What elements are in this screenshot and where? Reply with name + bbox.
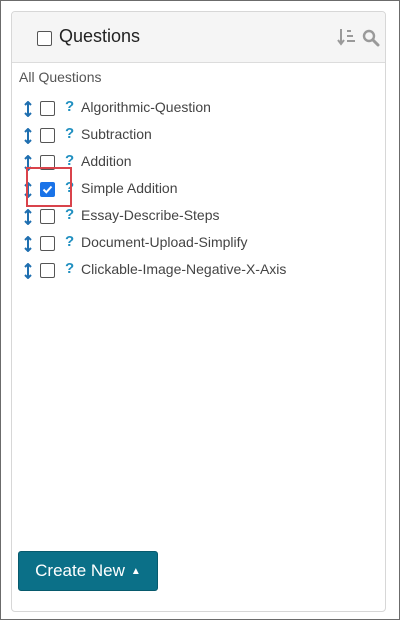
selection-highlight — [26, 167, 72, 207]
list-item[interactable]: ? Algorithmic-Question — [12, 98, 385, 125]
question-label[interactable]: Essay-Describe-Steps — [81, 207, 220, 223]
question-label[interactable]: Clickable-Image-Negative-X-Axis — [81, 261, 286, 277]
question-checkbox[interactable] — [40, 101, 55, 116]
create-new-button[interactable]: Create New ▲ — [18, 551, 158, 591]
question-label[interactable]: Addition — [81, 153, 132, 169]
question-type-icon: ? — [65, 233, 75, 250]
question-type-icon: ? — [65, 125, 75, 142]
sort-icon[interactable] — [337, 27, 357, 52]
search-icon[interactable] — [362, 29, 380, 52]
select-all-checkbox[interactable] — [37, 31, 52, 46]
question-label[interactable]: Simple Addition — [81, 180, 178, 196]
drag-handle-icon[interactable] — [24, 208, 32, 230]
question-checkbox[interactable] — [40, 263, 55, 278]
question-checkbox[interactable] — [40, 209, 55, 224]
list-item[interactable]: ? Essay-Describe-Steps — [12, 206, 385, 233]
list-item[interactable]: ? Clickable-Image-Negative-X-Axis — [12, 260, 385, 287]
question-type-icon: ? — [65, 206, 75, 223]
create-new-label: Create New — [35, 561, 125, 580]
list-item[interactable]: ? Subtraction — [12, 125, 385, 152]
drag-handle-icon[interactable] — [24, 127, 32, 149]
question-type-icon: ? — [65, 98, 75, 115]
drag-handle-icon[interactable] — [24, 100, 32, 122]
drag-handle-icon[interactable] — [24, 235, 32, 257]
questions-panel: Questions All Questions ? Algorithmic-Qu… — [11, 11, 386, 612]
drag-handle-icon[interactable] — [24, 262, 32, 284]
panel-title: Questions — [59, 26, 141, 46]
all-questions-label: All Questions — [19, 69, 102, 85]
question-checkbox[interactable] — [40, 128, 55, 143]
question-checkbox[interactable] — [40, 236, 55, 251]
question-label[interactable]: Subtraction — [81, 126, 152, 142]
caret-up-icon: ▲ — [130, 565, 141, 577]
list-item[interactable]: ? Document-Upload-Simplify — [12, 233, 385, 260]
question-label[interactable]: Algorithmic-Question — [81, 99, 211, 115]
panel-header: Questions — [12, 12, 385, 63]
question-label[interactable]: Document-Upload-Simplify — [81, 234, 248, 250]
question-type-icon: ? — [65, 260, 75, 277]
